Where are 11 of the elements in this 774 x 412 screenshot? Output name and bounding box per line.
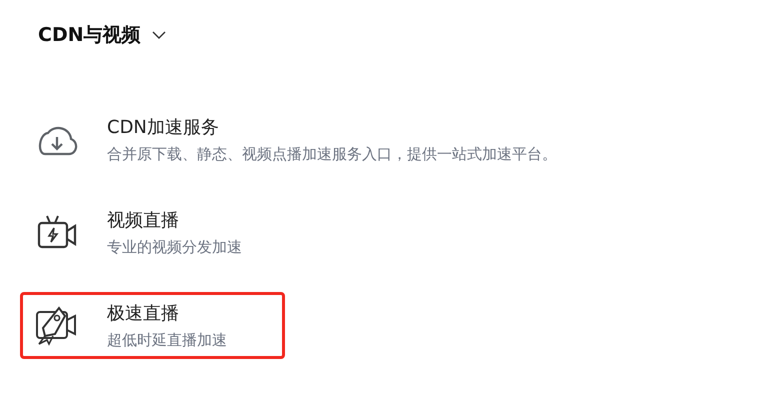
menu-item[interactable]: CDN加速服务 合并原下载、静态、视频点播加速服务入口，提供一站式加速平台。	[20, 106, 568, 173]
item-title: 视频直播	[107, 209, 180, 232]
item-description: 专业的视频分发加速	[107, 238, 242, 257]
highlighted-menu-item[interactable]: 极速直播 超低时延直播加速	[20, 292, 285, 359]
chevron-icon[interactable]	[150, 30, 167, 40]
item-title: 极速直播	[107, 302, 180, 325]
item-description: 超低时延直播加速	[107, 331, 227, 350]
section-title: CDN与视频	[38, 23, 141, 48]
item-description: 合并原下载、静态、视频点播加速服务入口，提供一站式加速平台。	[107, 145, 557, 164]
menu-item[interactable]: 视频直播 专业的视频分发加速	[20, 199, 285, 266]
item-title: CDN加速服务	[107, 116, 220, 139]
